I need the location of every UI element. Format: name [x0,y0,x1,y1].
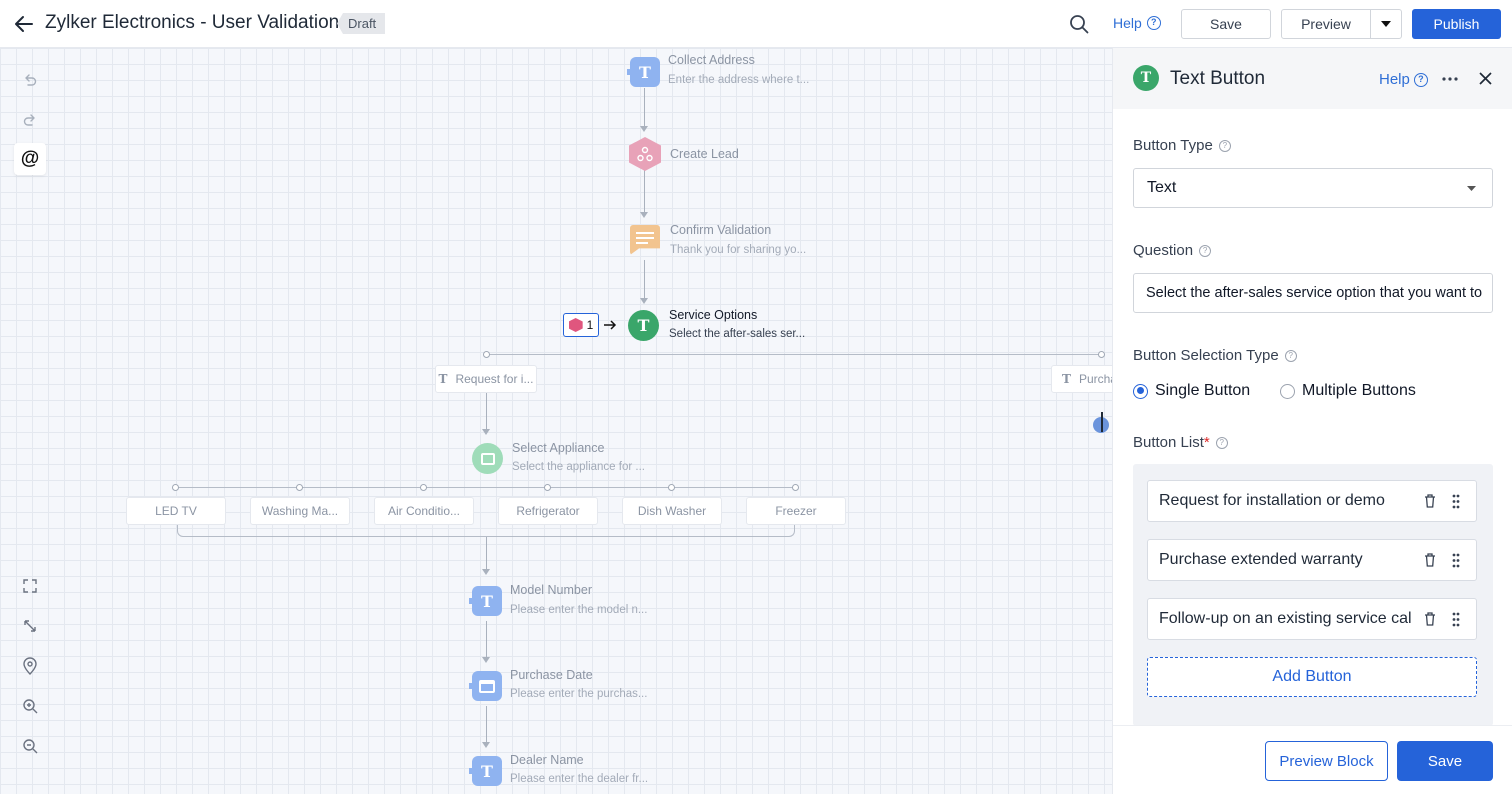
delete-icon[interactable] [1424,612,1436,626]
node-subtitle: Select the appliance for ... [512,461,645,473]
webhook-glyph-icon [637,146,653,162]
button-list: Request for installation or demo Purchas… [1133,464,1493,726]
search-icon[interactable] [1068,13,1090,35]
appliance-option[interactable]: Refrigerator [498,497,598,525]
webhook-small-icon [568,318,583,332]
error-badge[interactable]: 1 [563,313,599,337]
question-label: Question? [1133,242,1212,259]
node-subtitle: Please enter the model n... [510,604,648,616]
info-icon: ? [1199,244,1212,257]
panel-header: T Text Button Help? [1113,48,1512,109]
help-link[interactable]: Help? [1113,15,1161,31]
node-title[interactable]: Create Lead [670,147,739,161]
close-icon[interactable] [1479,72,1492,85]
branch-button[interactable]: TPurcha [1051,365,1112,393]
flow-canvas[interactable]: @ T Collect Address Enter the address wh… [0,48,1112,794]
caret-down-icon [1381,21,1391,27]
single-button-radio[interactable]: Single Button [1133,382,1250,400]
text-button-icon: T [1133,65,1159,91]
undo-icon[interactable] [14,64,46,96]
help-icon: ? [1413,72,1428,87]
info-icon: ? [1218,139,1231,152]
list-item[interactable]: Follow-up on an existing service cal [1147,598,1477,640]
button-list-label: Button List *? [1133,434,1228,451]
arrow-right-icon [604,320,617,330]
preview-dropdown[interactable] [1370,9,1402,39]
button-type-label: Button Type? [1133,137,1231,154]
multiple-buttons-radio[interactable]: Multiple Buttons [1280,382,1416,400]
add-button[interactable]: Add Button [1147,657,1477,697]
date-node-icon[interactable] [472,671,502,701]
list-node-icon[interactable] [472,443,503,474]
branch-button[interactable]: T Request for i... [435,365,537,393]
node-title[interactable]: Collect Address [668,53,755,67]
drag-handle-icon[interactable] [1452,494,1460,509]
publish-button[interactable]: Publish [1412,9,1501,39]
panel-save-button[interactable]: Save [1397,741,1493,781]
caret-down-icon [1467,186,1476,191]
save-button[interactable]: Save [1181,9,1271,39]
preview-button[interactable]: Preview [1281,9,1371,39]
node-subtitle: Thank you for sharing yo... [670,244,807,256]
back-arrow-icon[interactable] [12,12,36,36]
appliance-option[interactable]: Dish Washer [622,497,722,525]
message-node-icon[interactable] [630,225,660,255]
info-icon: ? [1215,436,1228,449]
fit-to-screen-icon[interactable] [14,610,46,642]
node-subtitle: Select the after-sales ser... [669,328,806,340]
panel-footer: Preview Block Save [1113,725,1512,794]
help-label: Help [1379,71,1410,88]
selection-type-label: Button Selection Type? [1133,347,1297,364]
appliance-option[interactable]: Washing Ma... [250,497,350,525]
properties-panel: T Text Button Help? Button Type? Text Qu… [1112,48,1512,794]
redo-icon[interactable] [14,104,46,136]
top-bar: Zylker Electronics - User Validation Dra… [0,0,1512,48]
node-subtitle: Please enter the dealer fr... [510,773,649,785]
panel-help-link[interactable]: Help? [1379,71,1428,88]
appliance-option[interactable]: LED TV [126,497,226,525]
preview-block-button[interactable]: Preview Block [1265,741,1388,781]
more-options-icon[interactable] [1442,77,1458,81]
appliance-option[interactable]: Freezer [746,497,846,525]
button-type-select[interactable]: Text [1133,168,1493,208]
info-icon: ? [1284,349,1297,362]
node-title[interactable]: Model Number [510,583,592,597]
delete-icon[interactable] [1424,494,1436,508]
zoom-out-icon[interactable] [14,730,46,762]
node-subtitle: Enter the address where t... [668,74,810,86]
help-label: Help [1113,15,1142,31]
node-title[interactable]: Purchase Date [510,668,593,682]
mention-icon[interactable]: @ [14,143,46,175]
error-count: 1 [586,318,594,332]
radio-empty-icon [1280,383,1295,399]
question-input[interactable]: Select the after-sales service option th… [1133,273,1493,313]
appliance-option[interactable]: Air Conditio... [374,497,474,525]
text-input-node-icon[interactable]: T [472,756,502,786]
text-button-node-icon[interactable]: T [628,310,659,341]
text-input-node-icon[interactable]: T [472,586,502,616]
list-item[interactable]: Purchase extended warranty [1147,539,1477,581]
fullscreen-icon[interactable] [14,570,46,602]
drag-handle-icon[interactable] [1452,612,1460,627]
text-input-node-icon[interactable]: T [630,57,660,87]
panel-title: Text Button [1170,68,1266,89]
help-icon: ? [1146,16,1161,30]
drag-handle-icon[interactable] [1452,553,1460,568]
node-title[interactable]: Confirm Validation [670,223,771,237]
radio-selected-icon [1133,383,1148,399]
node-title[interactable]: Select Appliance [512,441,604,455]
page-title: Zylker Electronics - User Validation [45,12,340,33]
node-subtitle: Please enter the purchas... [510,688,648,700]
status-badge: Draft [337,13,386,34]
zoom-in-icon[interactable] [14,690,46,722]
node-title[interactable]: Dealer Name [510,753,584,767]
location-pin-icon[interactable] [14,650,46,682]
list-item[interactable]: Request for installation or demo [1147,480,1477,522]
delete-icon[interactable] [1424,553,1436,567]
node-title[interactable]: Service Options [669,308,757,322]
